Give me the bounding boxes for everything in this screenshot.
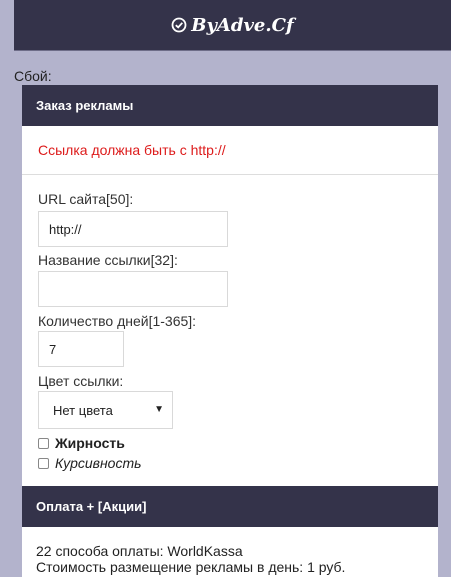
payment-info: 22 способа оплаты: WorldKassa Стоимость … xyxy=(22,527,438,575)
dropdown-arrow-icon: ▼ xyxy=(154,404,164,415)
error-label: Сбой: xyxy=(14,68,52,84)
days-label: Количество дней[1-365]: xyxy=(38,313,197,329)
italic-checkbox[interactable] xyxy=(38,457,49,469)
link-name-input[interactable] xyxy=(38,271,228,307)
url-label: URL сайта[50]: xyxy=(38,191,134,207)
link-color-selected: Нет цвета xyxy=(53,402,113,418)
bold-label: Жирность xyxy=(55,435,125,451)
brand-logo[interactable]: ByAdve.Cf xyxy=(171,14,294,36)
url-notice: Ссылка должна быть с http:// xyxy=(22,126,438,175)
payment-methods-text: 22 способа оплаты: WorldKassa xyxy=(36,543,243,559)
days-input[interactable] xyxy=(38,331,124,367)
order-panel: Заказ рекламы Ссылка должна быть с http:… xyxy=(22,85,438,487)
link-color-label: Цвет ссылки: xyxy=(38,373,124,389)
brand-name: ByAdve.Cf xyxy=(191,14,294,36)
bold-checkbox[interactable] xyxy=(38,437,49,449)
price-per-day-text: Стоимость размещение рекламы в день: 1 р… xyxy=(36,559,346,575)
payment-panel: Оплата + [Акции] 22 способа оплаты: Worl… xyxy=(22,486,438,577)
bold-option[interactable]: Жирность xyxy=(38,435,125,451)
link-name-label: Название ссылки[32]: xyxy=(38,252,178,268)
order-panel-title: Заказ рекламы xyxy=(22,85,438,126)
italic-label: Курсивность xyxy=(55,455,142,471)
italic-option[interactable]: Курсивность xyxy=(38,455,142,471)
check-circle-icon xyxy=(171,17,187,33)
payment-panel-title: Оплата + [Акции] xyxy=(22,486,438,527)
url-input[interactable] xyxy=(38,211,228,247)
link-color-select[interactable]: Нет цвета ▼ xyxy=(38,391,173,429)
top-bar: ByAdve.Cf xyxy=(14,0,451,51)
